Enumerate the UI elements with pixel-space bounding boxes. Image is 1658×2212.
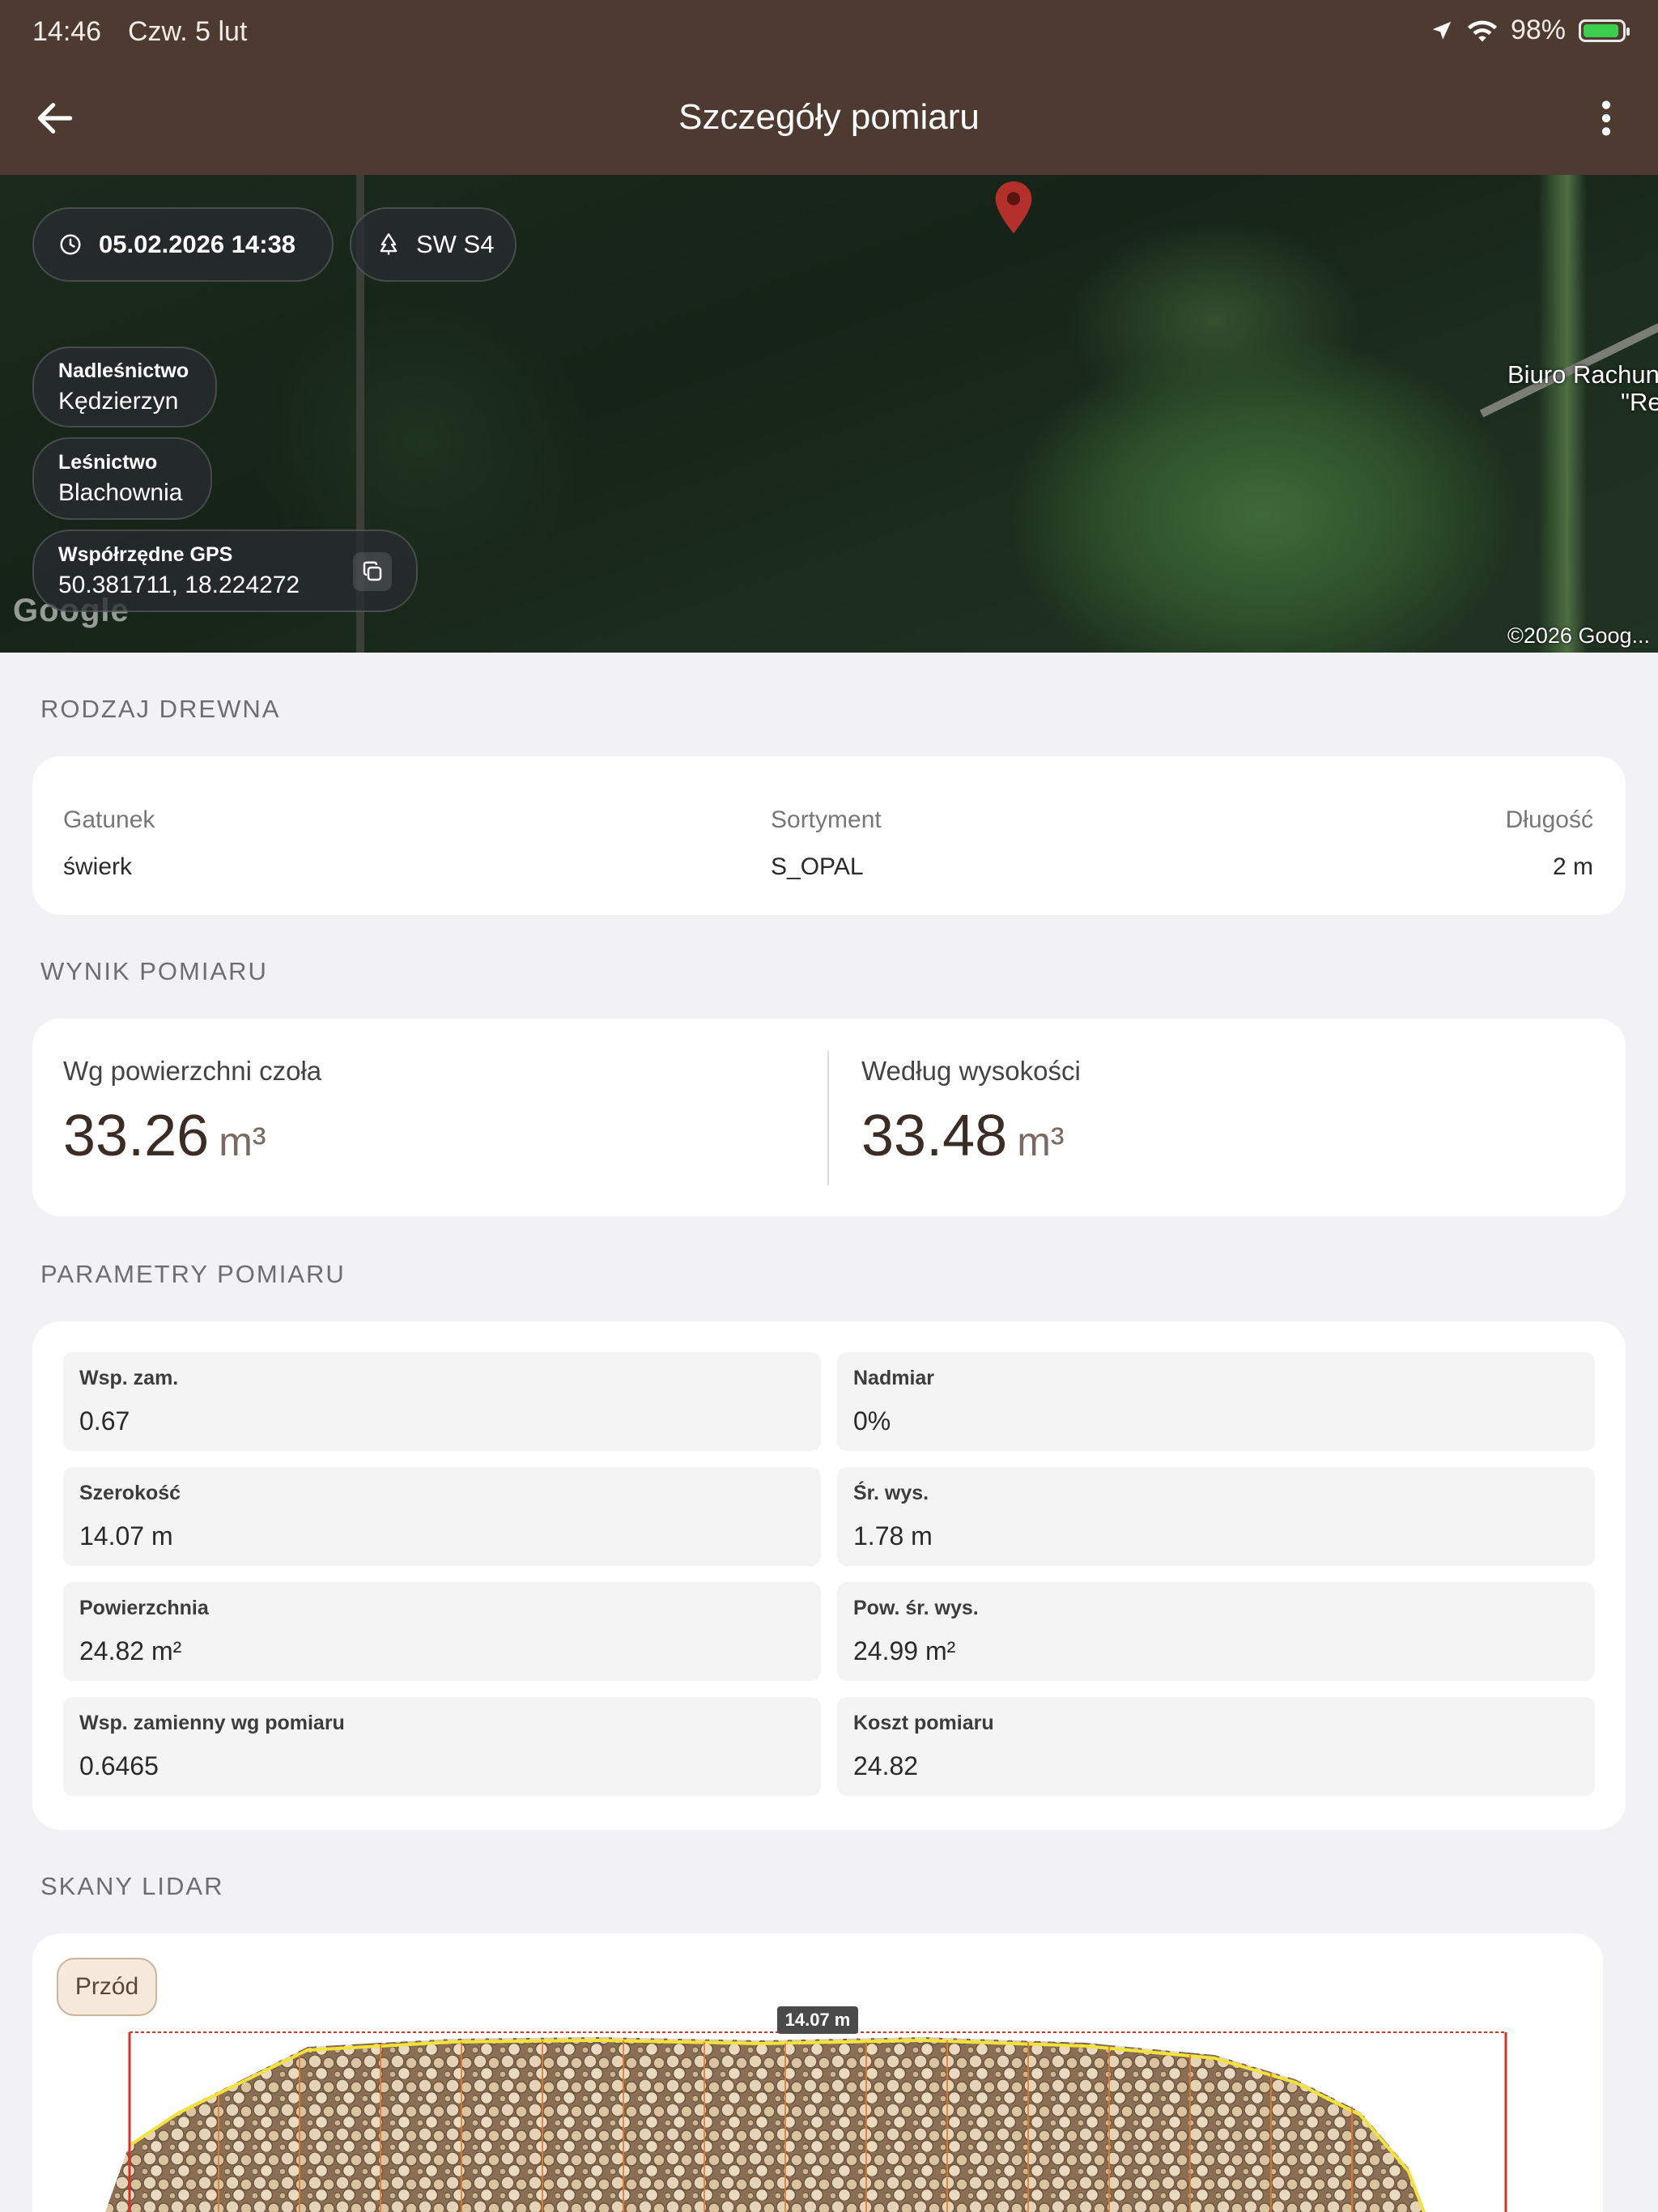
param-value: 24.82	[853, 1751, 919, 1780]
param-koszt: Koszt pomiaru 24.82	[837, 1697, 1595, 1796]
assortment-label: Sortyment	[771, 806, 882, 833]
more-vertical-icon[interactable]	[1590, 96, 1622, 141]
param-nadmiar: Nadmiar 0%	[837, 1352, 1595, 1451]
length-value: 2 m	[1552, 853, 1593, 880]
battery-percent: 98%	[1510, 15, 1566, 45]
param-label: Wsp. zamienny wg pomiaru	[79, 1712, 345, 1734]
face-volume-value: 33.26	[63, 1104, 210, 1168]
divider	[827, 1051, 829, 1185]
map-copyright: ©2026 Goog...	[1507, 623, 1650, 648]
length-label: Długość	[1505, 806, 1593, 833]
map-pin-icon[interactable]	[993, 180, 1035, 236]
wood-card: Gatunek świerk Sortyment S_OPAL Długość …	[32, 756, 1626, 915]
datetime-chip: 05.02.2026 14:38	[32, 207, 334, 282]
scan-width-tag: 14.07 m	[785, 2010, 851, 2030]
param-wsp-zamienny: Wsp. zamienny wg pomiaru 0.6465	[63, 1697, 821, 1796]
param-label: Powierzchnia	[79, 1597, 209, 1619]
height-volume-unit: m³	[1017, 1119, 1065, 1164]
param-szerokosc: Szerokość 14.07 m	[63, 1467, 821, 1566]
lesnictwo-card: Leśnictwo Blachownia	[32, 437, 212, 520]
section-title-result: WYNIK POMIARU	[40, 957, 268, 985]
status-right: 98%	[1430, 15, 1630, 46]
nadlesnictwo-value: Kędzierzyn	[58, 387, 179, 415]
status-bar: 14:46 Czw. 5 lut 98%	[0, 0, 1658, 63]
param-sr-wys: Śr. wys. 1.78 m	[837, 1467, 1595, 1566]
param-pow-sr-wys: Pow. śr. wys. 24.99 m²	[837, 1582, 1595, 1681]
stack-chip: SW S4	[350, 207, 517, 282]
status-date: Czw. 5 lut	[128, 16, 248, 47]
param-value: 0.67	[79, 1406, 130, 1436]
assortment-value: S_OPAL	[771, 853, 864, 880]
height-volume: Według wysokości 33.48 m³	[861, 1056, 1081, 1169]
params-card: Wsp. zam. 0.67 Nadmiar 0% Szerokość 14.0…	[32, 1321, 1626, 1830]
height-volume-label: Według wysokości	[861, 1056, 1081, 1086]
param-label: Śr. wys.	[853, 1482, 929, 1504]
copy-button[interactable]	[353, 552, 392, 591]
lesnictwo-value: Blachownia	[58, 479, 183, 506]
assortment-column: Sortyment S_OPAL	[771, 806, 882, 881]
top-bar: 14:46 Czw. 5 lut 98% Szczegóły pomiaru	[0, 0, 1658, 175]
param-value: 0.6465	[79, 1751, 159, 1780]
stack-text: SW S4	[416, 230, 495, 258]
nadlesnictwo-card: Nadleśnictwo Kędzierzyn	[32, 347, 217, 428]
battery-icon	[1579, 19, 1630, 42]
gps-card: Współrzędne GPS 50.381711, 18.224272	[32, 530, 418, 612]
map-poi-label: Biuro Rachun "Re	[1507, 360, 1658, 416]
status-time: 14:46	[32, 16, 102, 47]
nadlesnictwo-label: Nadleśnictwo	[58, 359, 189, 382]
param-wsp-zam: Wsp. zam. 0.67	[63, 1352, 821, 1451]
param-label: Szerokość	[79, 1482, 181, 1504]
lidar-scan-image[interactable]: 14.07 m	[32, 1933, 1603, 2212]
param-label: Pow. śr. wys.	[853, 1597, 979, 1619]
gps-value: 50.381711, 18.224272	[58, 571, 300, 598]
face-volume: Wg powierzchni czoła 33.26 m³	[63, 1056, 321, 1169]
param-label: Wsp. zam.	[79, 1367, 179, 1389]
param-label: Nadmiar	[853, 1367, 935, 1389]
result-card: Wg powierzchni czoła 33.26 m³ Według wyso…	[32, 1019, 1626, 1216]
location-arrow-icon	[1432, 21, 1452, 40]
datetime-text: 05.02.2026 14:38	[99, 230, 296, 258]
lidar-card: 14.07 m Przód	[32, 1933, 1603, 2212]
param-value: 0%	[853, 1406, 891, 1436]
copy-icon	[363, 561, 382, 581]
page-title: Szczegóły pomiaru	[678, 97, 980, 137]
species-column: Gatunek świerk	[63, 806, 155, 881]
species-label: Gatunek	[63, 806, 155, 833]
section-title-lidar: SKANY LIDAR	[40, 1872, 224, 1900]
section-title-wood: RODZAJ DREWNA	[40, 695, 281, 723]
length-column: Długość 2 m	[1506, 806, 1593, 881]
section-title-params: PARAMETRY POMIARU	[40, 1260, 346, 1288]
param-value: 14.07 m	[79, 1521, 173, 1551]
wifi-icon	[1467, 20, 1497, 41]
gps-label: Współrzędne GPS	[58, 542, 233, 566]
species-value: świerk	[63, 853, 133, 880]
param-value: 1.78 m	[853, 1521, 933, 1551]
clock-icon	[58, 232, 83, 257]
param-value: 24.82 m²	[79, 1636, 182, 1665]
param-value: 24.99 m²	[853, 1636, 956, 1665]
face-volume-label: Wg powierzchni czoła	[63, 1056, 322, 1086]
tab-front[interactable]: Przód	[57, 1958, 157, 2016]
lesnictwo-label: Leśnictwo	[58, 450, 158, 474]
param-label: Koszt pomiaru	[853, 1712, 994, 1734]
face-volume-unit: m³	[219, 1119, 266, 1164]
param-powierzchnia: Powierzchnia 24.82 m²	[63, 1582, 821, 1681]
height-volume-value: 33.48	[861, 1104, 1008, 1168]
tree-icon	[377, 232, 400, 257]
